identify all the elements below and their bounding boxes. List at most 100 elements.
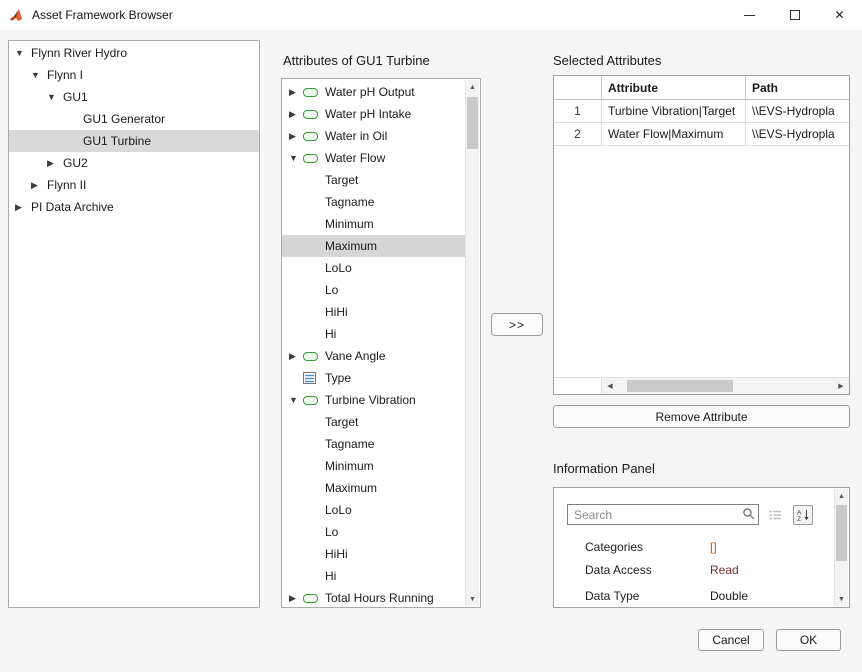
tree-item-gu1-generator[interactable]: GU1 Generator bbox=[9, 108, 259, 130]
table-horizontal-scrollbar[interactable]: ◀ ▶ bbox=[554, 377, 849, 394]
attribute-icon bbox=[303, 352, 318, 361]
attribute-item[interactable]: Type bbox=[282, 367, 465, 389]
information-panel-title: Information Panel bbox=[553, 461, 655, 476]
collapsed-arrow-icon[interactable]: ▶ bbox=[289, 352, 303, 361]
tree-item-flynn-i[interactable]: ▼ Flynn I bbox=[9, 64, 259, 86]
attribute-item[interactable]: ▶ Water pH Intake bbox=[282, 103, 465, 125]
cancel-button[interactable]: Cancel bbox=[698, 629, 764, 651]
attribute-item[interactable]: LoLo bbox=[282, 499, 465, 521]
property-row[interactable]: Data Access Read bbox=[585, 562, 829, 578]
expanded-arrow-icon[interactable]: ▼ bbox=[47, 93, 61, 102]
expanded-arrow-icon[interactable]: ▼ bbox=[289, 154, 303, 163]
collapsed-arrow-icon[interactable]: ▶ bbox=[31, 181, 45, 190]
scrollbar-thumb[interactable] bbox=[627, 380, 733, 392]
attribute-item[interactable]: Target bbox=[282, 169, 465, 191]
minimize-icon bbox=[744, 15, 755, 16]
tree-item-label: PI Data Archive bbox=[29, 200, 114, 214]
tree-item-gu2[interactable]: ▶ GU2 bbox=[9, 152, 259, 174]
attribute-item[interactable]: ▶ Total Hours Running bbox=[282, 587, 465, 608]
tree-item-label: GU1 Turbine bbox=[81, 134, 151, 148]
property-row[interactable]: Data Type Double bbox=[585, 588, 829, 604]
maximize-button[interactable] bbox=[772, 0, 817, 30]
attribute-item[interactable]: Lo bbox=[282, 279, 465, 301]
property-value: Read bbox=[710, 563, 739, 577]
expanded-arrow-icon[interactable]: ▼ bbox=[15, 49, 29, 58]
table-row[interactable]: 2 Water Flow|Maximum \\EVS-Hydropla bbox=[554, 123, 849, 146]
window-controls: ✕ bbox=[727, 0, 862, 30]
attribute-item-selected[interactable]: Maximum bbox=[282, 235, 465, 257]
attribute-item[interactable]: Tagname bbox=[282, 433, 465, 455]
attribute-item[interactable]: Target bbox=[282, 411, 465, 433]
add-attribute-button[interactable]: >> bbox=[491, 313, 543, 336]
attribute-item[interactable]: Hi bbox=[282, 565, 465, 587]
property-name: Data Access bbox=[585, 563, 710, 577]
collapsed-arrow-icon[interactable]: ▶ bbox=[289, 594, 303, 603]
scroll-left-icon[interactable]: ◀ bbox=[602, 378, 618, 394]
attribute-item[interactable]: ▼ Water Flow bbox=[282, 147, 465, 169]
ok-button[interactable]: OK bbox=[776, 629, 841, 651]
scroll-up-icon[interactable]: ▲ bbox=[466, 80, 479, 94]
table-header: Attribute Path bbox=[554, 76, 849, 100]
minimize-button[interactable] bbox=[727, 0, 772, 30]
remove-attribute-button[interactable]: Remove Attribute bbox=[553, 405, 850, 428]
search-icon bbox=[742, 507, 756, 521]
close-button[interactable]: ✕ bbox=[817, 0, 862, 30]
collapsed-arrow-icon[interactable]: ▶ bbox=[47, 159, 61, 168]
group-view-icon bbox=[769, 509, 782, 521]
collapsed-arrow-icon[interactable]: ▶ bbox=[289, 132, 303, 141]
app-logo-icon bbox=[9, 7, 25, 23]
attribute-icon bbox=[303, 132, 318, 141]
svg-text:Z: Z bbox=[797, 516, 801, 522]
attribute-item[interactable]: Minimum bbox=[282, 455, 465, 477]
attribute-item[interactable]: ▼ Turbine Vibration bbox=[282, 389, 465, 411]
selected-attributes-table: Attribute Path 1 Turbine Vibration|Targe… bbox=[553, 75, 850, 395]
tree-item-gu1[interactable]: ▼ GU1 bbox=[9, 86, 259, 108]
tree-item-flynn-ii[interactable]: ▶ Flynn II bbox=[9, 174, 259, 196]
property-row[interactable]: Categories [] bbox=[585, 539, 829, 555]
row-number-column-header[interactable] bbox=[554, 76, 602, 99]
attribute-item[interactable]: Maximum bbox=[282, 477, 465, 499]
asset-tree: ▼ Flynn River Hydro ▼ Flynn I ▼ GU1 GU1 … bbox=[8, 40, 260, 608]
collapsed-arrow-icon[interactable]: ▶ bbox=[15, 203, 29, 212]
attribute-item[interactable]: ▶ Water pH Output bbox=[282, 81, 465, 103]
tree-item-pi-data-archive[interactable]: ▶ PI Data Archive bbox=[9, 196, 259, 218]
search-input[interactable] bbox=[567, 504, 759, 525]
path-cell: \\EVS-Hydropla bbox=[746, 100, 849, 122]
attribute-item[interactable]: Tagname bbox=[282, 191, 465, 213]
collapsed-arrow-icon[interactable]: ▶ bbox=[289, 110, 303, 119]
attribute-column-header[interactable]: Attribute bbox=[602, 76, 746, 99]
enumeration-icon bbox=[303, 372, 316, 384]
attribute-item[interactable]: HiHi bbox=[282, 301, 465, 323]
table-row[interactable]: 1 Turbine Vibration|Target \\EVS-Hydropl… bbox=[554, 100, 849, 123]
tree-item-flynn-river-hydro[interactable]: ▼ Flynn River Hydro bbox=[9, 42, 259, 64]
attribute-item[interactable]: LoLo bbox=[282, 257, 465, 279]
attribute-item[interactable]: ▶ Vane Angle bbox=[282, 345, 465, 367]
expanded-arrow-icon[interactable]: ▼ bbox=[289, 396, 303, 405]
attribute-icon bbox=[303, 154, 318, 163]
scroll-down-icon[interactable]: ▼ bbox=[835, 592, 848, 606]
expanded-arrow-icon[interactable]: ▼ bbox=[31, 71, 45, 80]
scrollbar-thumb[interactable] bbox=[467, 97, 478, 149]
scroll-up-icon[interactable]: ▲ bbox=[835, 489, 848, 503]
attribute-item[interactable]: Minimum bbox=[282, 213, 465, 235]
attribute-item[interactable]: Lo bbox=[282, 521, 465, 543]
attribute-item[interactable]: Hi bbox=[282, 323, 465, 345]
window-title: Asset Framework Browser bbox=[32, 8, 173, 22]
tree-item-gu1-turbine[interactable]: GU1 Turbine bbox=[9, 130, 259, 152]
sort-alphabetical-button[interactable]: A Z bbox=[793, 505, 813, 525]
scroll-down-icon[interactable]: ▼ bbox=[466, 592, 479, 606]
attribute-item[interactable]: HiHi bbox=[282, 543, 465, 565]
scrollbar-track[interactable] bbox=[618, 378, 833, 394]
attributes-list: ▶ Water pH Output ▶ Water pH Intake ▶ Wa… bbox=[281, 78, 481, 608]
group-view-button[interactable] bbox=[765, 505, 785, 525]
scroll-right-icon[interactable]: ▶ bbox=[833, 378, 849, 394]
scrollbar-corner bbox=[554, 378, 602, 394]
information-panel-scrollbar[interactable]: ▲ ▼ bbox=[834, 489, 848, 606]
path-cell: \\EVS-Hydropla bbox=[746, 123, 849, 145]
collapsed-arrow-icon[interactable]: ▶ bbox=[289, 88, 303, 97]
tree-item-label: Flynn River Hydro bbox=[29, 46, 127, 60]
attribute-item[interactable]: ▶ Water in Oil bbox=[282, 125, 465, 147]
path-column-header[interactable]: Path bbox=[746, 76, 849, 99]
scrollbar-thumb[interactable] bbox=[836, 505, 847, 561]
attributes-list-scrollbar[interactable]: ▲ ▼ bbox=[465, 80, 479, 606]
